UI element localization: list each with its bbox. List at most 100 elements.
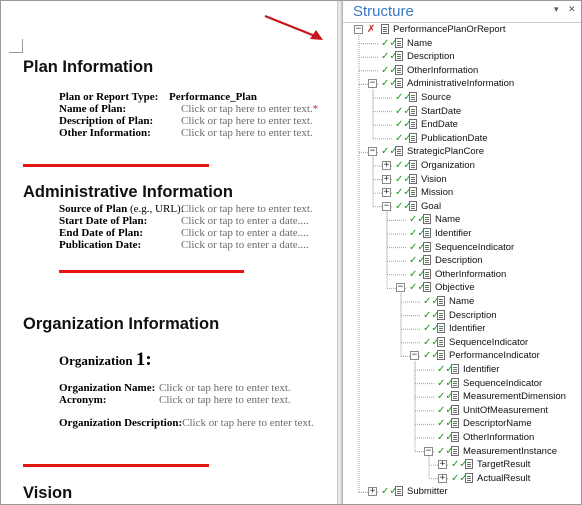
document-pane[interactable]: Plan Information Plan or Report Type: Pe… [1, 1, 337, 504]
expand-toggle-icon[interactable]: + [438, 473, 447, 483]
field-label: Description of Plan: [59, 115, 154, 127]
field-plan-description: Description of Plan: Click or tap here t… [59, 115, 313, 127]
tree-node-label[interactable]: StartDate [421, 105, 461, 118]
tree-node-label[interactable]: SequenceIndicator [449, 336, 528, 349]
tree-node-label[interactable]: PerformancePlanOrReport [393, 23, 505, 36]
publication-date-picker[interactable]: Click or tap to enter a date.... [181, 239, 309, 251]
tree-node-label[interactable]: Identifier [435, 227, 471, 240]
other-information-input[interactable]: Click or tap here to enter text. [181, 127, 313, 139]
plan-type-value[interactable]: Performance_Plan [169, 91, 257, 103]
tree-node-label[interactable]: TargetResult [477, 458, 530, 471]
tree-node-label[interactable]: Organization [421, 159, 475, 172]
element-document-icon [437, 336, 445, 347]
tree-node-label[interactable]: Mission [421, 186, 453, 199]
element-document-icon [465, 472, 473, 483]
element-document-icon [395, 486, 403, 497]
element-document-icon [395, 51, 403, 62]
tree-node-label[interactable]: StrategicPlanCore [407, 145, 484, 158]
margin-corner-mark [9, 39, 23, 53]
field-label: End Date of Plan: [59, 227, 144, 239]
collapse-toggle-icon[interactable]: − [368, 147, 377, 157]
source-input[interactable]: Click or tap here to enter text. [181, 203, 313, 215]
element-document-icon [451, 418, 459, 429]
tree-node-label[interactable]: Objective [435, 281, 475, 294]
field-label: Name of Plan: [59, 103, 127, 115]
element-document-icon [423, 282, 431, 293]
expand-toggle-icon[interactable]: + [382, 161, 391, 170]
tree-node-label[interactable]: Source [421, 91, 451, 104]
field-label: Plan or Report Type: [59, 91, 159, 103]
element-document-icon [409, 92, 417, 102]
tree-node-label[interactable]: EndDate [421, 118, 458, 131]
field-other-information: Other Information: Click or tap here to … [59, 127, 313, 139]
tree-node-label[interactable]: Submitter [407, 485, 448, 498]
acronym-input[interactable]: Click or tap here to enter text. [159, 394, 291, 406]
tree-node-label[interactable]: SequenceIndicator [463, 377, 542, 390]
tree-node-label[interactable]: Name [407, 37, 432, 50]
tree-node-label[interactable]: SequenceIndicator [435, 241, 514, 254]
tree-node-label[interactable]: Identifier [449, 322, 485, 335]
tree-node-label[interactable]: MeasurementInstance [463, 445, 557, 458]
tree-node-label[interactable]: DescriptorName [463, 417, 532, 430]
plan-description-input[interactable]: Click or tap here to enter text. [181, 115, 313, 127]
collapse-toggle-icon[interactable]: − [382, 201, 391, 211]
tree-node-label[interactable]: AdministrativeInformation [407, 77, 514, 90]
element-document-icon [423, 228, 431, 238]
tree-node-label[interactable]: ActualResult [477, 472, 530, 485]
tree-node-label[interactable]: Goal [421, 200, 441, 213]
field-label: Start Date of Plan: [59, 215, 148, 227]
plan-name-input[interactable]: Click or tap here to enter text.* [181, 103, 318, 115]
collapse-toggle-icon[interactable]: − [396, 283, 405, 293]
tree-node-label[interactable]: MeasurementDimension [463, 390, 566, 403]
tree-node-label[interactable]: OtherInformation [407, 64, 478, 77]
tree-node-label[interactable]: UnitOfMeasurement [463, 404, 548, 417]
tree-node-label[interactable]: Name [435, 213, 460, 226]
organization-name-input[interactable]: Click or tap here to enter text. [159, 382, 291, 394]
element-document-icon [395, 78, 403, 89]
tree-node-label[interactable]: Description [449, 309, 497, 322]
element-document-icon [437, 296, 445, 306]
element-document-icon [395, 37, 403, 48]
tree-node-label[interactable]: PerformanceIndicator [449, 349, 540, 362]
tree-node-label[interactable]: OtherInformation [435, 268, 506, 281]
field-plan-type: Plan or Report Type: Performance_Plan [59, 91, 257, 103]
element-document-icon [409, 173, 417, 184]
end-date-picker[interactable]: Click or tap to enter a date.... [181, 227, 309, 239]
organization-title: Organization 1: [59, 349, 152, 370]
element-document-icon [409, 187, 417, 198]
element-document-icon [395, 64, 403, 75]
section-divider [23, 464, 209, 467]
start-date-picker[interactable]: Click or tap to enter a date.... [181, 215, 309, 227]
expand-toggle-icon[interactable]: + [368, 487, 377, 497]
field-organization-name: Organization Name: Click or tap here to … [59, 382, 291, 394]
validation-error-icon: ✗ [367, 24, 376, 35]
collapse-toggle-icon[interactable]: − [410, 351, 419, 361]
tree-node-label[interactable]: Description [435, 254, 483, 267]
collapse-toggle-icon[interactable]: − [368, 79, 377, 89]
tree-node-label[interactable]: Description [407, 50, 455, 63]
tree-node-label[interactable]: Name [449, 295, 474, 308]
organization-number: 1: [135, 349, 152, 370]
collapse-toggle-icon[interactable]: − [354, 25, 363, 34]
expand-toggle-icon[interactable]: + [438, 460, 447, 470]
tree-node-label[interactable]: PublicationDate [421, 132, 488, 145]
expand-toggle-icon[interactable]: + [382, 174, 391, 184]
tree-node-label[interactable]: Vision [421, 173, 447, 186]
tree-node-label[interactable]: Identifier [463, 363, 499, 376]
field-publication-date: Publication Date: Click or tap to enter … [59, 239, 309, 251]
element-document-icon [423, 268, 431, 279]
pointer-arrow-icon [264, 14, 323, 40]
field-source-of-plan: Source of Plan (e.g., URL): Click or tap… [59, 203, 313, 215]
element-document-icon [409, 132, 417, 143]
collapse-toggle-icon[interactable]: − [424, 446, 433, 456]
element-document-icon [451, 404, 459, 415]
field-end-date: End Date of Plan: Click or tap to enter … [59, 227, 309, 239]
element-document-icon [451, 445, 459, 456]
element-document-icon [409, 105, 417, 116]
element-document-icon [437, 309, 445, 320]
element-document-icon [409, 200, 417, 211]
expand-toggle-icon[interactable]: + [382, 188, 391, 198]
organization-description-input[interactable]: Click or tap here to enter text. [182, 417, 314, 429]
field-start-date: Start Date of Plan: Click or tap to ente… [59, 215, 309, 227]
tree-node-label[interactable]: OtherInformation [463, 431, 534, 444]
